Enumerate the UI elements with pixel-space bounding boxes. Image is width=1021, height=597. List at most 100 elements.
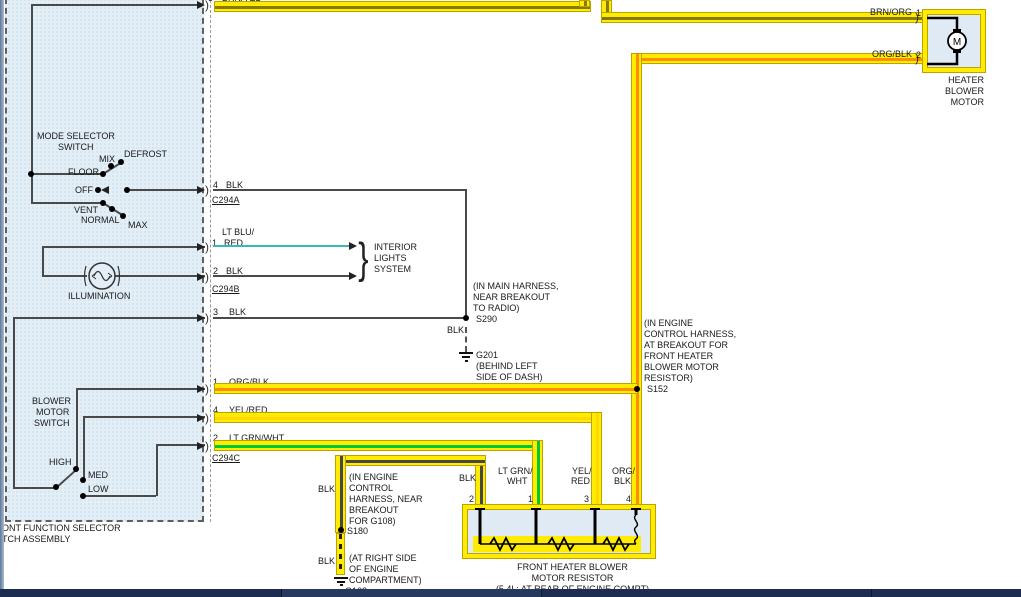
interior-lights-line1: INTERIOR [374, 242, 418, 252]
blower-low-label: LOW [88, 484, 109, 494]
brace-icon: } [358, 234, 369, 283]
wire-name: LT BLU/ [222, 227, 255, 237]
pin-num: 3 [213, 307, 219, 317]
s290-id: S290 [476, 314, 498, 324]
connector-arc-icon: ) [205, 311, 209, 325]
off-wiper-dot [124, 187, 130, 193]
pin-arrow-icon [197, 243, 205, 251]
s152-note2: CONTROL HARNESS, [644, 329, 737, 339]
g108-note2: OF ENGINE [349, 564, 399, 574]
splice-dot-s152 [634, 386, 640, 392]
ground-bar [462, 356, 470, 358]
g201-note1: (BEHIND LEFT [476, 361, 538, 371]
g108-note1: (AT RIGHT SIDE [349, 553, 417, 563]
mode-max-label: MAX [128, 220, 148, 230]
s180-id: S180 [347, 526, 369, 536]
wire-segment [213, 189, 466, 191]
pin-arrow-icon [197, 414, 205, 422]
arrow-icon [349, 272, 357, 280]
s152-id: S152 [647, 384, 669, 394]
splice-dot-s180 [338, 527, 344, 533]
assembly-caption-line1: ONT FUNCTION SELECTOR [2, 523, 121, 533]
wire-lt-blu-red [213, 245, 349, 247]
motor-title2: BLOWER [944, 86, 984, 96]
mode-off-label: OFF [75, 185, 93, 195]
wire-segment [83, 495, 156, 497]
wire-lt-grn-wht [214, 440, 543, 451]
defrost-contact-dot [118, 159, 124, 165]
mode-mix-label: MIX [99, 154, 116, 164]
ground-bar [340, 584, 343, 586]
taskbar-segment[interactable] [281, 589, 541, 597]
blower-switch-title2: MOTOR [36, 407, 70, 417]
taskbar-separator [541, 589, 542, 597]
wiring-diagram-canvas: ONT FUNCTION SELECTOR TCH ASSEMBLY MODE … [0, 0, 1021, 597]
wire-yel-red [214, 412, 602, 423]
s180-note2: CONTROL [349, 483, 394, 493]
ground-bar [337, 581, 345, 583]
pin-arrow-icon [197, 1, 205, 9]
pin-arrow-icon [197, 186, 205, 194]
s180-note5: FOR G108) [349, 516, 396, 526]
wire-name: BLK [229, 307, 247, 317]
resistor-org-label1: ORG/ [612, 466, 636, 476]
g201-note2: SIDE OF DASH) [476, 372, 543, 382]
g201-id: G201 [476, 350, 499, 360]
wire-segment [42, 246, 205, 248]
g108-note3: COMPARTMENT) [349, 575, 422, 585]
connector-arc-icon: ) [205, 183, 209, 197]
motor-pin1-wire: BRN/ORG [869, 7, 912, 17]
junction-dot [28, 171, 34, 177]
s290-note3: TO RADIO) [473, 303, 520, 313]
splice-dot-s290 [463, 315, 469, 321]
mode-defrost-label: DEFROST [124, 149, 168, 159]
mode-normal-label: NORMAL [81, 215, 120, 225]
wire-lt-grn-wht-vertical [532, 440, 543, 507]
motor-pin2-wire: ORG/BLK [871, 49, 912, 59]
connector-name-c294c: C294C [212, 453, 241, 463]
wire-segment [76, 388, 205, 390]
taskbar-separator [281, 589, 282, 597]
s180-wire-label: BLK [318, 484, 336, 494]
resistor-pin2: 2 [469, 494, 475, 504]
wire-segment [83, 416, 205, 418]
connector-arc-icon: ) [205, 411, 209, 425]
resistor-symbol [473, 508, 641, 553]
max-contact-dot [120, 213, 126, 219]
mode-switch-title2: SWITCH [58, 142, 94, 152]
wire-segment [13, 317, 15, 488]
motor-title1: HEATER [948, 75, 984, 85]
s180-note4: BREAKOUT [349, 505, 399, 515]
resistor-yel-label2: RED [571, 476, 591, 486]
pin-arrow-icon [197, 385, 205, 393]
wire-segment [213, 317, 466, 319]
high-contact-dot [73, 466, 79, 472]
resistor-title1: FRONT HEATER BLOWER [517, 562, 628, 572]
pin-arrow-icon [197, 442, 205, 450]
blower-common-dot [53, 484, 59, 490]
wire-brn-yel-stub [579, 0, 590, 7]
wire-segment [13, 487, 56, 489]
off-contact-dot [95, 187, 101, 193]
s152-note4: FRONT HEATER [644, 351, 714, 361]
wire-segment [115, 275, 205, 277]
motor-pin1-num: 1 [916, 8, 922, 18]
interior-lights-line3: SYSTEM [374, 264, 412, 274]
s180-note1: (IN ENGINE [349, 472, 399, 482]
wire-org-blk-vertical [631, 53, 642, 507]
s290-note2: NEAR BREAKOUT [473, 292, 551, 302]
mode-vent-label: VENT [74, 205, 99, 215]
ground-symbol-g201 [459, 352, 473, 354]
wire-segment [31, 202, 103, 204]
blower-switch-title3: SWITCH [34, 418, 70, 428]
connector-arc-icon: ) [205, 439, 209, 453]
wire-brn-yel [214, 1, 591, 12]
mode-switch-title1: MODE SELECTOR [37, 131, 115, 141]
resistor-ltgrn-label2: WHT [507, 476, 528, 486]
resistor-pin1: 1 [528, 494, 534, 504]
resistor-title2: MOTOR RESISTOR [531, 573, 614, 583]
wire-segment [31, 4, 199, 6]
resistor-blk-label: BLK [459, 473, 477, 483]
taskbar[interactable] [0, 589, 1021, 597]
s290-note1: (IN MAIN HARNESS, [473, 281, 559, 291]
